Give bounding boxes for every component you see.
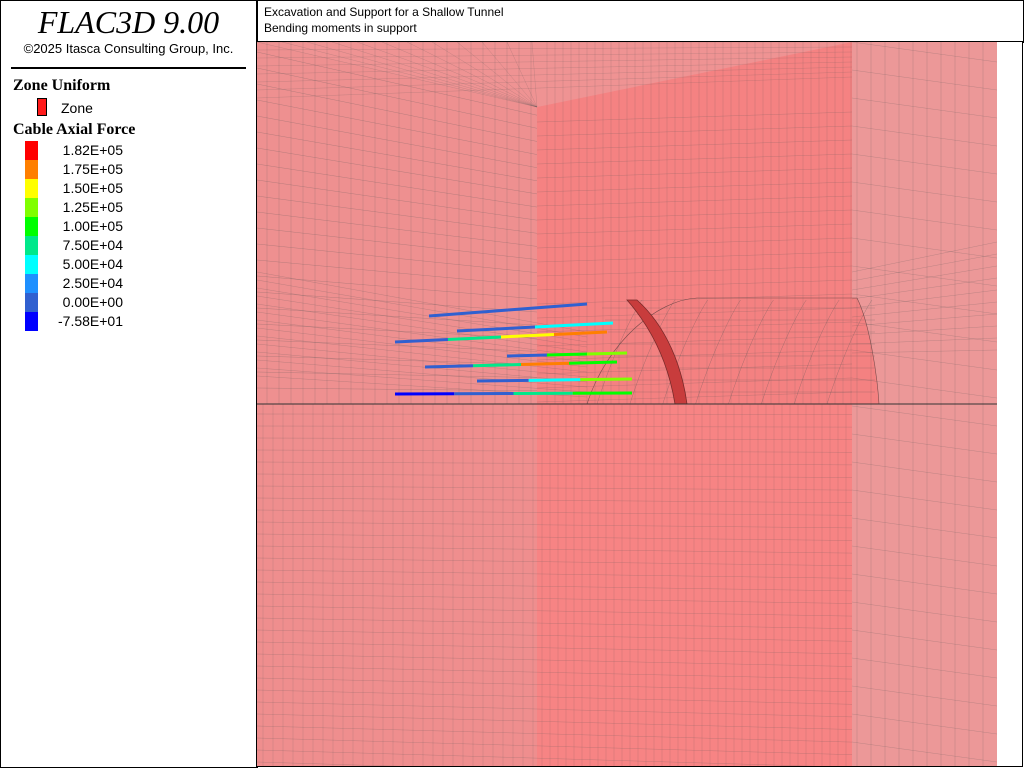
ramp-swatch [25,236,38,255]
cable-segment [586,351,628,356]
plot-subtitle: Bending moments in support [264,21,417,35]
ramp-swatch [25,198,38,217]
cable-segment [546,352,588,357]
ramp-swatch [25,179,38,198]
ramp-label: 1.00E+05 [62,218,123,234]
app-title: FLAC3D 9.00 [37,4,220,40]
ramp-label: 2.50E+04 [62,275,123,291]
ramp-swatch [25,312,38,331]
ramp-label: -7.58E+01 [58,313,123,329]
cable-segment [472,363,522,368]
zone-color-swatch [37,98,47,116]
ramp-label: 0.00E+00 [62,294,123,310]
cable-segment [424,364,474,369]
lower-back-panel [537,404,852,766]
cable-segment [506,353,548,358]
zone-uniform-title: Zone Uniform [13,77,111,94]
ramp-swatch [25,160,38,179]
ramp-swatch [25,217,38,236]
ramp-label: 5.00E+04 [62,256,123,272]
zone-legend-label: Zone [61,100,93,116]
title-divider [11,67,246,69]
viewport-margin [997,42,1022,766]
ramp-label: 1.75E+05 [62,161,123,177]
cable-segment [476,378,529,383]
ramp-label: 7.50E+04 [62,237,123,253]
cable-segment [568,360,618,365]
ramp-swatch [25,141,38,160]
cable-segment [528,378,581,382]
ramp-label: 1.50E+05 [62,180,123,196]
ramp-label: 1.25E+05 [62,199,123,215]
model-viewport[interactable] [257,42,1023,767]
plot-header: Excavation and Support for a Shallow Tun… [257,0,1024,43]
cable-axial-force-title: Cable Axial Force [13,121,136,138]
ramp-swatch [25,255,38,274]
ramp-swatch [25,293,38,312]
ramp-swatch [25,274,38,293]
ramp-label: 1.82E+05 [62,142,123,158]
model-render [257,42,1022,766]
cable-segment [580,377,633,382]
plot-title: Excavation and Support for a Shallow Tun… [264,5,504,19]
cable-segment [520,361,570,366]
legend-panel: FLAC3D 9.00 ©2025 Itasca Consulting Grou… [0,0,258,768]
copyright-text: ©2025 Itasca Consulting Group, Inc. [23,41,234,56]
